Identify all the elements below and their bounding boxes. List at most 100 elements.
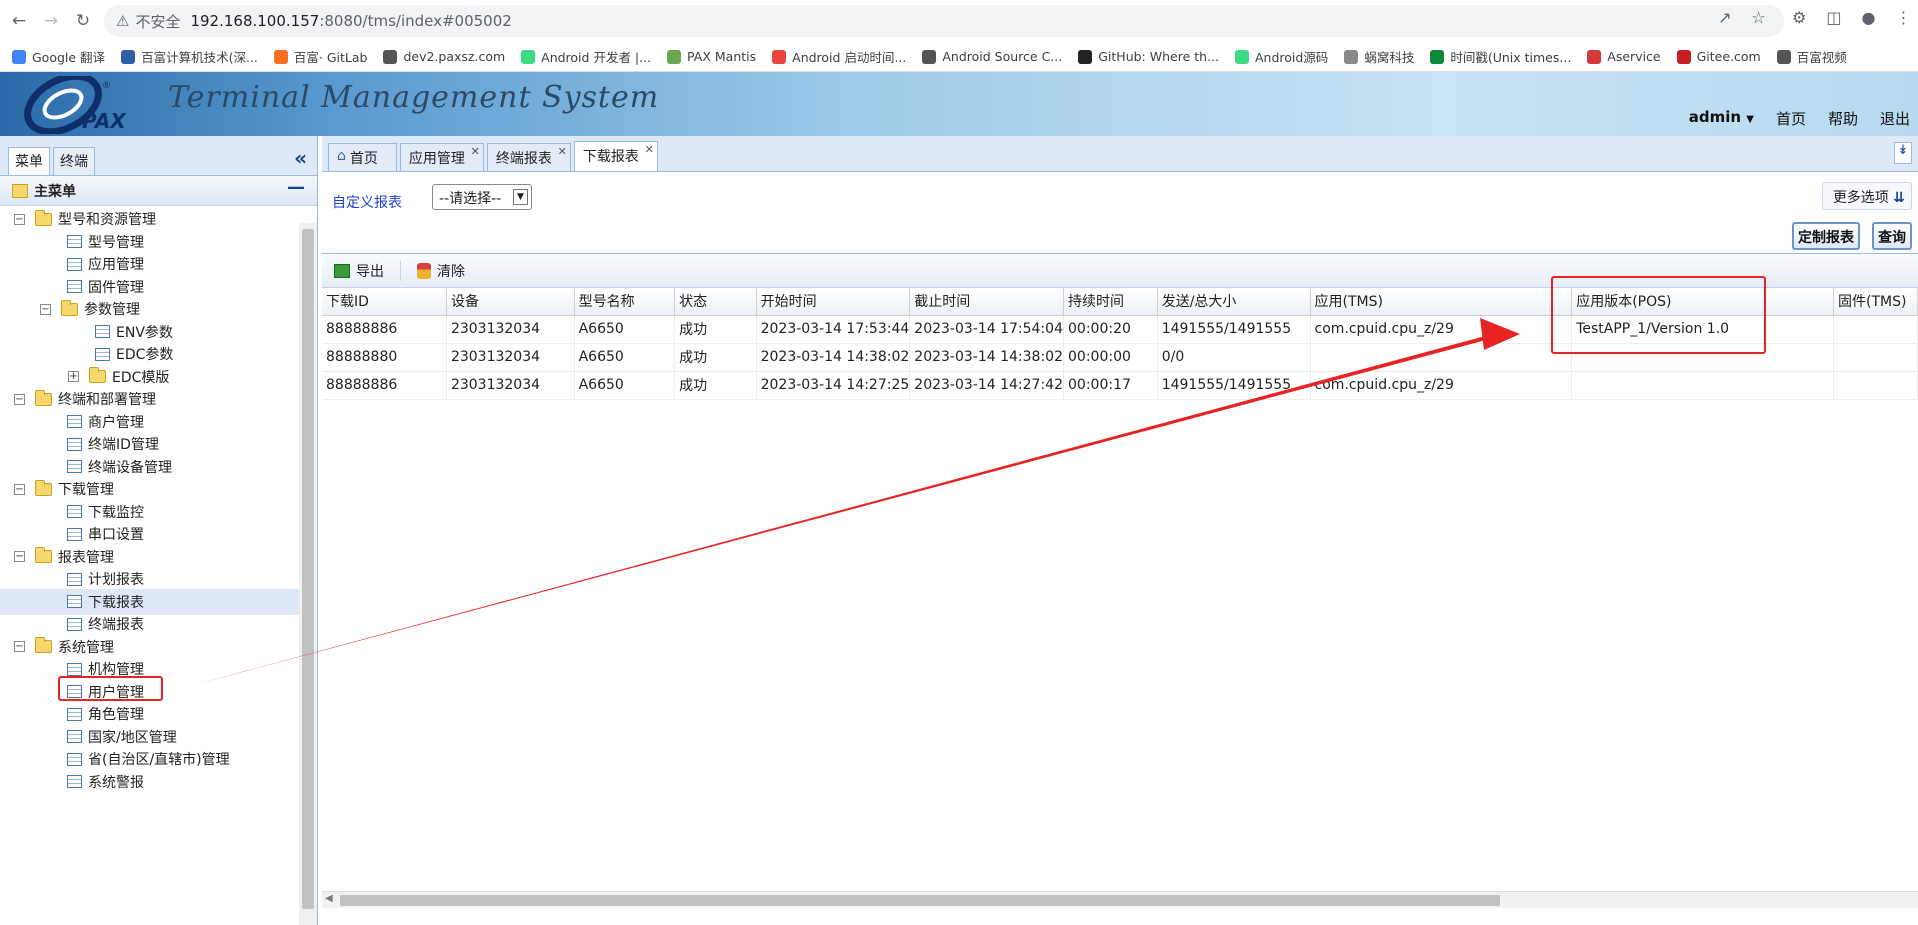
expand-toggle-icon[interactable]: −	[14, 551, 25, 562]
expand-toggle-icon[interactable]: −	[14, 641, 25, 652]
tree-item[interactable]: − 系统管理	[14, 636, 114, 658]
user-menu[interactable]: admin ▼	[1689, 108, 1754, 129]
tree-item[interactable]: 下载监控	[67, 501, 144, 523]
tree-item[interactable]: 计划报表	[67, 568, 144, 590]
report-select[interactable]: --请选择-- ▼	[432, 184, 532, 210]
tree-item[interactable]: − 终端和部署管理	[14, 388, 156, 410]
tree-item[interactable]: EDC参数	[95, 343, 173, 365]
tree-item[interactable]: 应用管理	[67, 253, 144, 275]
close-icon[interactable]: ✕	[471, 145, 480, 158]
bookmark-item[interactable]: Android 启动时间...	[772, 47, 906, 66]
tree-item[interactable]: 商户管理	[67, 411, 144, 433]
share-icon[interactable]: ↗	[1718, 8, 1731, 27]
address-bar[interactable]: ⚠ 不安全 192.168.100.157:8080/tms/index#005…	[104, 5, 1784, 37]
collapse-menu-icon[interactable]: —	[287, 177, 305, 198]
back-icon[interactable]: ←	[6, 8, 32, 34]
table-row[interactable]: 88888886 2303132034 A6650 成功 2023-03-14 14:2…	[322, 371, 1918, 400]
column-header[interactable]: 截止时间	[909, 288, 1064, 316]
tree-item-label: 国家/地区管理	[88, 729, 177, 746]
bookmark-item[interactable]: 百富计算机技术(深...	[121, 47, 258, 66]
clear-button[interactable]: 清除	[417, 261, 465, 281]
tree-item[interactable]: 省(自治区/直辖市)管理	[67, 748, 230, 770]
export-button[interactable]: 导出	[334, 261, 384, 281]
bookmark-item[interactable]: Android源码	[1234, 47, 1328, 66]
expand-toggle-icon[interactable]: −	[14, 213, 25, 225]
column-header[interactable]: 固件(TMS)	[1833, 288, 1918, 316]
extensions-icon[interactable]: ⚙	[1792, 8, 1806, 27]
bookmark-item[interactable]: PAX Mantis	[667, 49, 756, 64]
grid-hscrollbar[interactable]: ◀	[322, 891, 1918, 908]
tree-item-label: 角色管理	[88, 707, 144, 723]
tree-item[interactable]: ENV参数	[95, 321, 173, 343]
tab-item[interactable]: ⌂ 首页	[328, 143, 397, 171]
custom-report-button[interactable]: 定制报表	[1792, 222, 1860, 250]
expand-toggle-icon[interactable]: −	[14, 483, 25, 495]
column-header[interactable]: 持续时间	[1063, 288, 1158, 316]
home-link[interactable]: 首页	[1776, 108, 1806, 129]
expand-toggle-icon[interactable]: −	[40, 303, 51, 315]
sidebar-scrollbar[interactable]	[299, 223, 317, 925]
custom-report-link[interactable]: 自定义报表	[332, 192, 402, 212]
collapse-left-icon[interactable]: «	[294, 146, 307, 170]
column-header[interactable]: 发送/总大小	[1157, 288, 1311, 316]
tree-item[interactable]: − 型号和资源管理	[14, 208, 156, 230]
bookmark-item[interactable]: GitHub: Where th...	[1078, 49, 1219, 64]
tree-item[interactable]: + EDC模版	[68, 366, 169, 388]
more-options-button[interactable]: 更多选项 ⇊	[1821, 182, 1912, 210]
bookmark-item[interactable]: Android Source C...	[922, 49, 1062, 64]
page-icon	[67, 595, 82, 608]
tree-item[interactable]: 终端设备管理	[67, 456, 172, 478]
bookmark-item[interactable]: Android 开发者 |...	[521, 47, 651, 66]
bookmark-item[interactable]: 蜗窝科技	[1344, 47, 1414, 66]
tree-item[interactable]: 系统警报	[67, 771, 144, 793]
help-link[interactable]: 帮助	[1828, 108, 1858, 129]
bookmark-label: Aservice	[1607, 49, 1661, 64]
column-header[interactable]: 型号名称	[574, 288, 676, 316]
tree-item[interactable]: 国家/地区管理	[67, 726, 177, 748]
column-header[interactable]: 设备	[446, 288, 575, 316]
reload-icon[interactable]: ↻	[70, 8, 96, 34]
close-icon[interactable]: ✕	[645, 143, 654, 156]
tree-item[interactable]: 固件管理	[67, 276, 144, 298]
tree-item-label: 型号和资源管理	[58, 212, 156, 228]
tab-item[interactable]: 应用管理 ✕	[399, 143, 484, 171]
bookmark-item[interactable]: Gitee.com	[1676, 49, 1761, 64]
tree-item[interactable]: 终端报表	[67, 613, 144, 635]
menu-icon[interactable]: ⋮	[1895, 8, 1911, 27]
tree-item[interactable]: 串口设置	[67, 523, 144, 545]
bookmark-item[interactable]: 百富视频	[1776, 47, 1847, 66]
star-icon[interactable]: ☆	[1751, 8, 1765, 27]
tab-item[interactable]: 终端报表 ✕	[486, 143, 571, 171]
table-cell: 88888886	[322, 315, 447, 344]
expand-toggle-icon[interactable]: +	[68, 371, 79, 382]
bookmark-item[interactable]: Aservice	[1587, 49, 1661, 64]
bookmark-item[interactable]: dev2.paxsz.com	[383, 49, 505, 64]
close-icon[interactable]: ✕	[558, 145, 567, 158]
sidepanel-icon[interactable]: ◫	[1826, 8, 1841, 27]
table-cell: 00:00:00	[1063, 343, 1158, 372]
column-header[interactable]: 状态	[674, 288, 757, 316]
profile-icon[interactable]: ●	[1861, 8, 1875, 27]
tree-item[interactable]: 角色管理	[67, 703, 144, 725]
bookmark-item[interactable]: 时间戳(Unix times...	[1430, 47, 1571, 66]
tab-terminal[interactable]: 终端	[53, 147, 95, 175]
tab-menu[interactable]: 菜单	[8, 147, 50, 175]
column-header[interactable]: 开始时间	[756, 288, 911, 316]
tree-item[interactable]: − 下载管理	[14, 478, 114, 500]
tree-item[interactable]: 型号管理	[67, 231, 144, 253]
tree-item[interactable]: − 报表管理	[14, 546, 114, 568]
bookmark-item[interactable]: Google 翻译	[12, 47, 105, 66]
tab-list-icon[interactable]: ↡	[1894, 142, 1912, 164]
logout-link[interactable]: 退出	[1880, 108, 1910, 129]
expand-toggle-icon[interactable]: −	[14, 393, 25, 405]
tree-item[interactable]: 终端ID管理	[67, 433, 159, 455]
tab-item[interactable]: 下载报表 ✕	[573, 141, 658, 171]
forward-icon[interactable]: →	[38, 8, 64, 34]
column-header[interactable]: 下载ID	[322, 288, 447, 316]
bookmark-item[interactable]: 百富· GitLab	[273, 47, 367, 66]
query-button[interactable]: 查询	[1872, 222, 1912, 250]
tree-item[interactable]: 下载报表	[67, 591, 144, 613]
double-chevron-down-icon: ⇊	[1893, 190, 1905, 206]
column-header[interactable]: 应用(TMS)	[1310, 288, 1573, 316]
tree-item[interactable]: − 参数管理	[40, 298, 140, 320]
